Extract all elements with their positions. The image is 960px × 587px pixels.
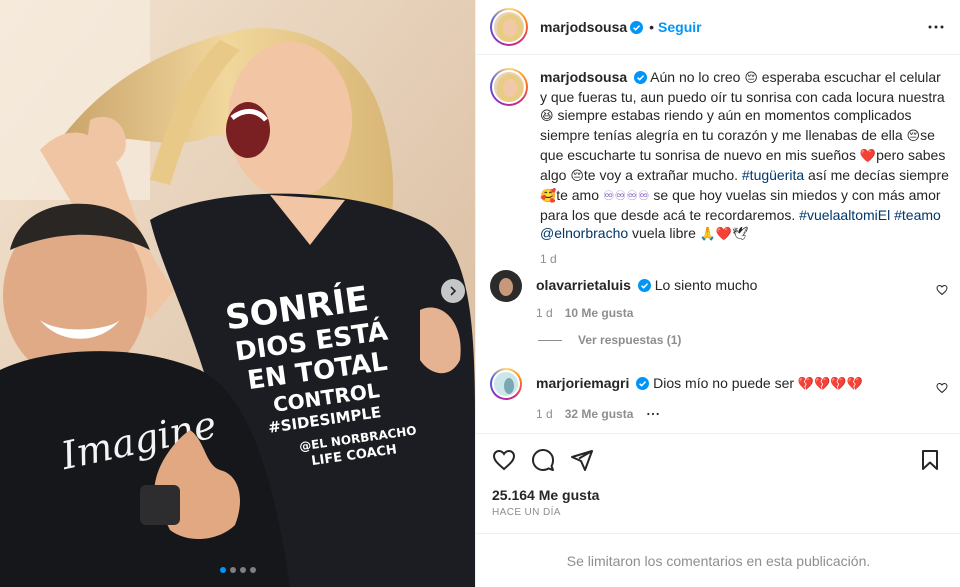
view-replies-button[interactable]: Ver respuestas (1) [538, 333, 681, 347]
comment-likes[interactable]: 32 Me gusta [565, 407, 634, 421]
comments-limited-notice: Se limitaron los comentarios en esta pub… [476, 533, 960, 587]
author-username[interactable]: marjodsousa [540, 19, 627, 35]
caption-text-segment: te voy a extrañar mucho. [583, 167, 742, 183]
caption-author-avatar[interactable] [490, 68, 528, 106]
caption-hashtag-link[interactable]: @elnorbracho [540, 225, 628, 241]
caption-emoji: 😔 [570, 169, 584, 184]
caption-emoji: 🥰 [540, 189, 557, 204]
comment-text: Dios mío no puede ser [653, 375, 798, 391]
carousel-next-button[interactable] [441, 279, 465, 303]
carousel-dot [219, 567, 226, 573]
comment-time[interactable]: 1 d [536, 306, 553, 320]
comment-username[interactable]: marjoriemagri [536, 375, 629, 391]
caption-emoji: 😔 [906, 129, 921, 144]
save-bookmark-icon[interactable] [918, 448, 942, 472]
comment-like-heart-icon[interactable] [936, 382, 948, 394]
caption-username[interactable]: marjodsousa [540, 69, 627, 85]
caption-emoji: 😆 [540, 109, 554, 124]
carousel-dot [229, 567, 236, 573]
photo-illustration: SONRÍE DIOS ESTÁ EN TOTAL CONTROL #SIDES… [0, 0, 475, 587]
carousel-dot [249, 567, 256, 573]
caption-text-segment: así me decías siempre [804, 167, 949, 183]
caption-time[interactable]: 1 d [540, 252, 950, 266]
more-options-icon[interactable] [927, 18, 945, 36]
verified-badge-icon [630, 20, 644, 34]
post-photo[interactable]: SONRÍE DIOS ESTÁ EN TOTAL CONTROL #SIDES… [0, 0, 475, 587]
verified-badge-icon [636, 377, 650, 390]
verified-badge-icon [634, 71, 648, 84]
share-send-icon[interactable] [570, 448, 594, 472]
caption-body: Aún no lo creo 😔 esperaba escuchar el ce… [540, 69, 949, 242]
comment-likes[interactable]: 10 Me gusta [565, 306, 634, 320]
comment-item: marjoriemagri Dios mío no puede ser 💔💔💔💔… [490, 368, 950, 422]
chevron-right-icon [450, 286, 457, 296]
caption-text: marjodsousa Aún no lo creo 😔 esperaba es… [540, 68, 950, 244]
comment-item: olavarrietaluis Lo siento mucho 1 d 10 M… [490, 270, 950, 320]
caption-hashtag-link[interactable]: #teamo [894, 207, 941, 223]
caption-hashtag-link[interactable]: #vuelaaltomiEl [799, 207, 890, 223]
post-header: marjodsousa • Seguir [476, 0, 960, 55]
comment-more-icon[interactable] [645, 406, 661, 422]
carousel-indicator [0, 567, 475, 573]
separator-bullet: • [649, 19, 655, 35]
caption-emoji: 🙏❤️🕊 [699, 227, 749, 242]
comment-text: Lo siento mucho [654, 277, 758, 293]
like-heart-icon[interactable] [492, 448, 516, 472]
post-dialog: SONRÍE DIOS ESTÁ EN TOTAL CONTROL #SIDES… [0, 0, 960, 587]
comment-bubble-icon[interactable] [531, 448, 555, 472]
caption-emoji: ❤️ [859, 149, 877, 164]
caption-text-segment: Aún no lo creo [650, 69, 745, 85]
post-caption: marjodsousa Aún no lo creo 😔 esperaba es… [490, 68, 950, 266]
caption-emoji: 😔 [744, 71, 758, 86]
caption-hashtag-link[interactable]: #tugüerita [742, 167, 804, 183]
comment-time[interactable]: 1 d [536, 407, 553, 421]
post-likes-count[interactable]: 25.164 Me gusta [492, 487, 599, 503]
view-replies-label: Ver respuestas (1) [578, 333, 682, 347]
post-side-panel: marjodsousa • Seguir marjodsousa Aún no … [475, 0, 960, 587]
author-avatar[interactable] [490, 8, 528, 46]
comment-emoji: 💔💔💔💔 [797, 377, 863, 392]
post-timestamp[interactable]: HACE UN DÍA [492, 507, 561, 518]
caption-text-segment: te amo [556, 187, 603, 203]
comment-username[interactable]: olavarrietaluis [536, 277, 631, 293]
commenter-avatar[interactable] [490, 368, 522, 400]
verified-badge-icon [637, 279, 651, 292]
follow-button[interactable]: Seguir [658, 19, 702, 35]
caption-text-segment: siempre estabas riendo y aún en momentos… [540, 107, 912, 143]
carousel-dot [239, 567, 246, 573]
caption-text-segment: vuela libre [628, 225, 700, 241]
post-actions-bar [476, 433, 960, 485]
caption-emoji: ♾♾♾♾ [602, 189, 650, 204]
commenter-avatar[interactable] [490, 270, 522, 302]
comment-like-heart-icon[interactable] [936, 284, 948, 296]
